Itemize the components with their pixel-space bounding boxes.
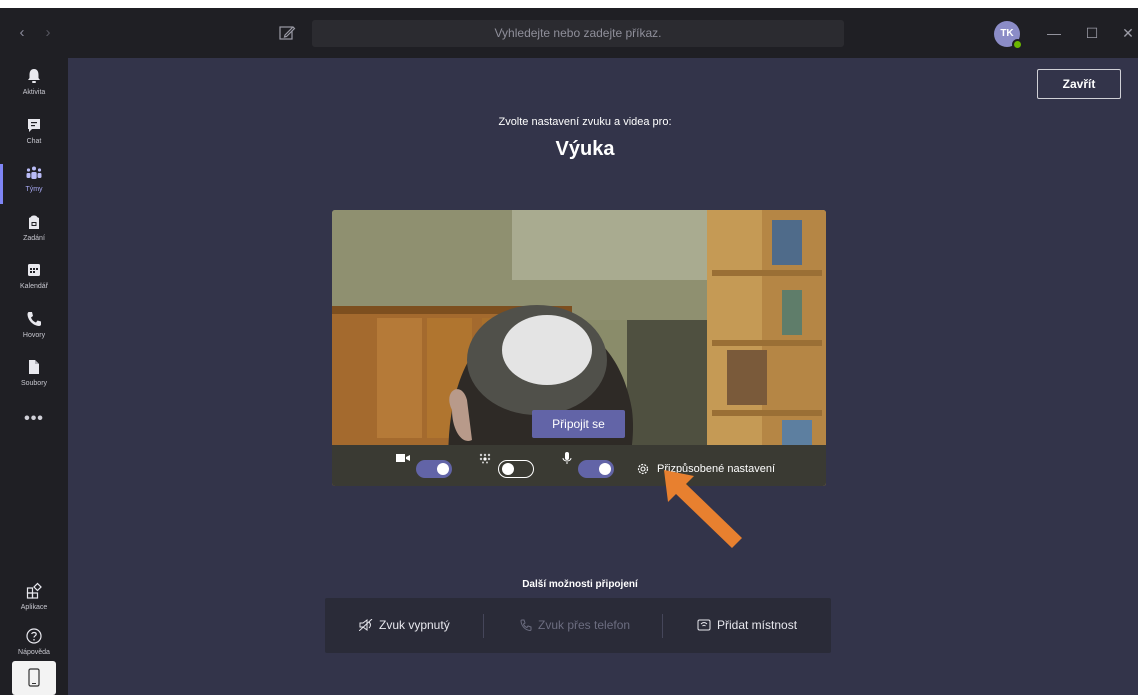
rail-label: Nápověda (18, 649, 50, 656)
rail-label: Týmy (25, 186, 43, 193)
presence-status-icon (1012, 39, 1023, 50)
phone-audio-option: Zvuk přes telefon (520, 598, 630, 653)
audio-off-label: Zvuk vypnutý (379, 618, 450, 632)
teams-window: ‹ › Vyhledejte nebo zadejte příkaz. TK —… (0, 8, 1138, 695)
background-blur-toggle[interactable] (498, 460, 534, 478)
background-blur-icon (479, 453, 491, 464)
option-divider (662, 614, 663, 638)
rail-label: Aktivita (22, 89, 46, 96)
mobile-device-icon (28, 668, 40, 687)
rail-label: Hovory (22, 332, 46, 339)
video-preview: Připojit se Přizpůsobené nastavení (332, 210, 826, 486)
rail-item-chat[interactable]: Chat (0, 112, 68, 160)
assignments-icon (29, 215, 39, 229)
option-divider (483, 614, 484, 638)
more-options-title: Další možnosti připojení (522, 579, 638, 590)
files-icon (29, 360, 39, 374)
compose-icon[interactable] (276, 22, 298, 44)
phone-audio-label: Zvuk přes telefon (538, 618, 631, 632)
camera-toggle[interactable] (416, 460, 452, 478)
av-controls: Přizpůsobené nastavení (332, 452, 826, 486)
phone-icon (27, 312, 41, 326)
join-button[interactable]: Připojit se (532, 410, 625, 438)
rail-label: Kalendář (19, 283, 49, 290)
phone-icon (520, 619, 532, 631)
maximize-icon[interactable]: ☐ (1080, 21, 1104, 45)
app-bar: Aktivita Chat Týmy Zadání Kalendář Hovor… (0, 58, 68, 695)
speaker-off-icon (358, 618, 373, 632)
chevron-left-icon[interactable]: ‹ (14, 23, 30, 43)
mobile-device-button[interactable] (12, 661, 56, 695)
rail-item-activity[interactable]: Aktivita (0, 63, 68, 111)
apps-icon (26, 582, 42, 599)
rail-item-teams[interactable]: Týmy (0, 160, 68, 208)
close-button[interactable]: Zavřít (1037, 69, 1121, 99)
rail-item-files[interactable]: Soubory (0, 354, 68, 402)
teams-icon (26, 166, 42, 179)
rail-item-assignments[interactable]: Zadání (0, 209, 68, 257)
rail-label: Soubory (20, 380, 48, 387)
help-icon (26, 628, 42, 644)
meeting-title: Výuka (555, 138, 615, 160)
camera-feed-image (332, 210, 826, 486)
more-apps-button[interactable]: ••• (0, 410, 68, 428)
setup-subtitle: Zvolte nastavení zvuku a videa pro: (498, 116, 672, 128)
audio-off-option[interactable]: Zvuk vypnutý (358, 598, 450, 653)
annotation-arrow-icon (664, 470, 742, 548)
rail-item-apps[interactable]: Aplikace (0, 578, 68, 626)
microphone-icon (562, 452, 572, 464)
rail-label: Aplikace (20, 604, 48, 611)
rail-label: Chat (26, 138, 42, 145)
add-room-option[interactable]: Přidat místnost (697, 598, 797, 653)
chevron-right-icon[interactable]: › (40, 23, 56, 43)
title-bar: ‹ › Vyhledejte nebo zadejte příkaz. TK —… (0, 8, 1138, 58)
rail-label: Zadání (23, 235, 45, 242)
join-options-bar: Zvuk vypnutý Zvuk přes telefon Přidat mí… (325, 598, 831, 653)
minimize-icon[interactable]: — (1042, 21, 1066, 45)
rail-item-calendar[interactable]: Kalendář (0, 257, 68, 305)
gear-icon[interactable] (636, 462, 650, 476)
camera-icon (396, 454, 410, 462)
bell-icon (28, 69, 40, 83)
chat-icon (28, 119, 40, 132)
search-input[interactable]: Vyhledejte nebo zadejte příkaz. (312, 20, 844, 47)
add-room-label: Přidat místnost (717, 618, 798, 632)
calendar-icon (28, 264, 40, 276)
rail-item-calls[interactable]: Hovory (0, 306, 68, 354)
microphone-toggle[interactable] (578, 460, 614, 478)
room-icon (697, 619, 711, 631)
close-icon[interactable]: ✕ (1116, 21, 1138, 45)
